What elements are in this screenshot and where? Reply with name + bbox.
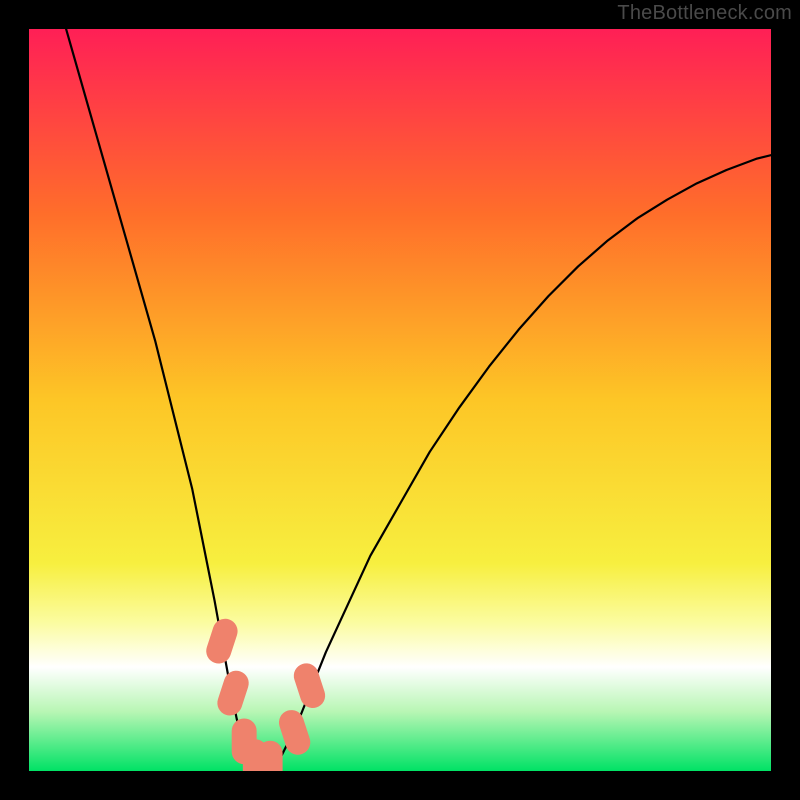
chart-background	[29, 29, 771, 771]
watermark-text: TheBottleneck.com	[617, 2, 792, 25]
bottleneck-chart	[29, 29, 771, 771]
app-frame: TheBottleneck.com	[0, 0, 800, 800]
plot-area	[29, 29, 771, 771]
dot-5	[258, 741, 283, 771]
